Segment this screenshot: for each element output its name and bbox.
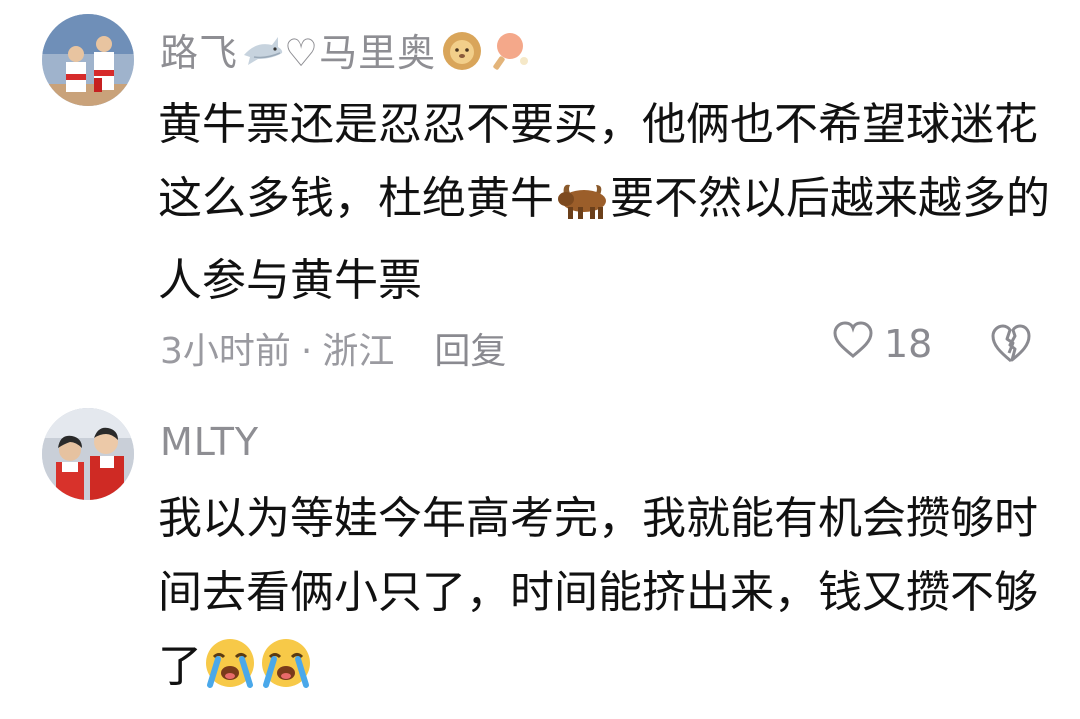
shark-emoji	[242, 34, 284, 78]
heart-icon	[832, 320, 874, 368]
username[interactable]: 路飞 ♡马里奥	[160, 22, 530, 80]
avatar-photo	[42, 408, 134, 500]
location: 浙江	[322, 331, 395, 372]
username[interactable]: MLTY	[160, 420, 259, 464]
username-suffix: ♡马里奥	[284, 31, 437, 75]
username-text: MLTY	[160, 420, 260, 464]
ox-emoji	[554, 170, 610, 244]
avatar[interactable]	[42, 14, 134, 106]
comment-meta: 3小时前 · 浙江 回复	[160, 322, 506, 374]
ping-pong-emoji	[488, 31, 530, 80]
loudly-crying-face-emoji	[258, 637, 314, 712]
comment-text: 黄牛票还是忍忍不要买，他俩也不希望球迷花这么多钱，杜绝黄牛 要不然以后越来越多的…	[158, 88, 1058, 318]
timestamp: 3小时前	[160, 331, 291, 372]
like-count: 18	[884, 322, 933, 366]
loudly-crying-face-emoji	[202, 637, 258, 712]
broken-heart-icon	[991, 324, 1031, 363]
like-button[interactable]: 18	[832, 320, 932, 368]
dislike-button[interactable]	[990, 323, 1032, 365]
avatar[interactable]	[42, 408, 134, 500]
comment-text: 我以为等娃今年高考完，我就能有机会攒够时间去看俩小只了，时间能挤出来，钱又攒不够…	[158, 482, 1058, 712]
reply-button[interactable]: 回复	[434, 331, 506, 372]
lion-emoji	[440, 31, 484, 80]
username-text: 路飞	[160, 31, 239, 75]
avatar-photo	[42, 14, 134, 106]
meta-separator: ·	[300, 331, 313, 372]
comment-item: 路飞 ♡马里奥 黄牛票还是忍忍不要买，他俩也不希望球迷花这么多钱，杜绝黄牛 要不…	[0, 0, 1080, 395]
